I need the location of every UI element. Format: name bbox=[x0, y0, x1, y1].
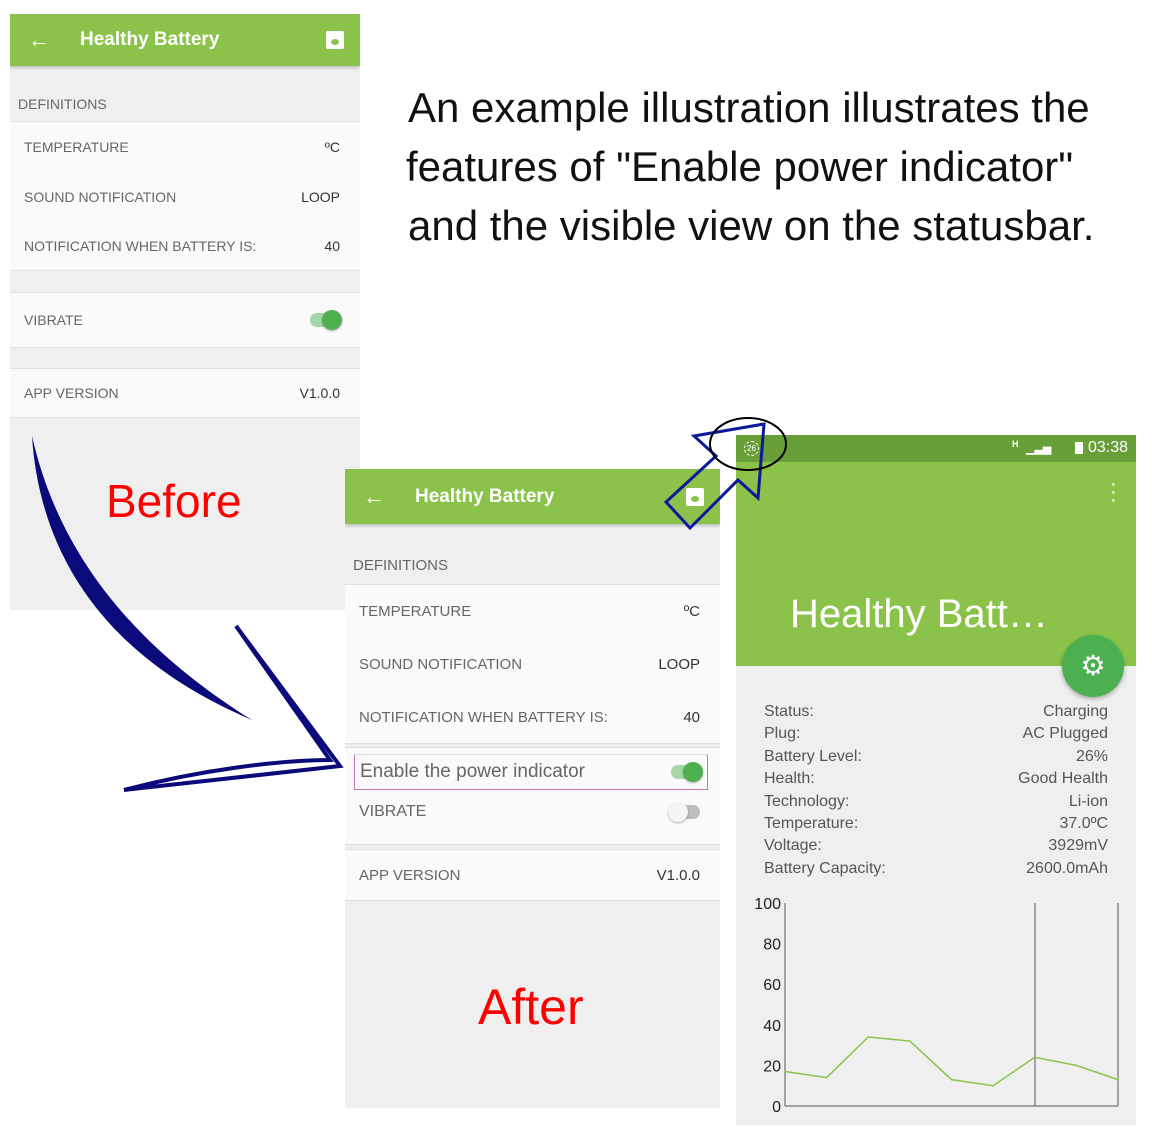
annotation-layer bbox=[32, 417, 787, 792]
before-after-arrow bbox=[32, 436, 252, 720]
statusbar-pointer-arrow bbox=[663, 422, 766, 531]
